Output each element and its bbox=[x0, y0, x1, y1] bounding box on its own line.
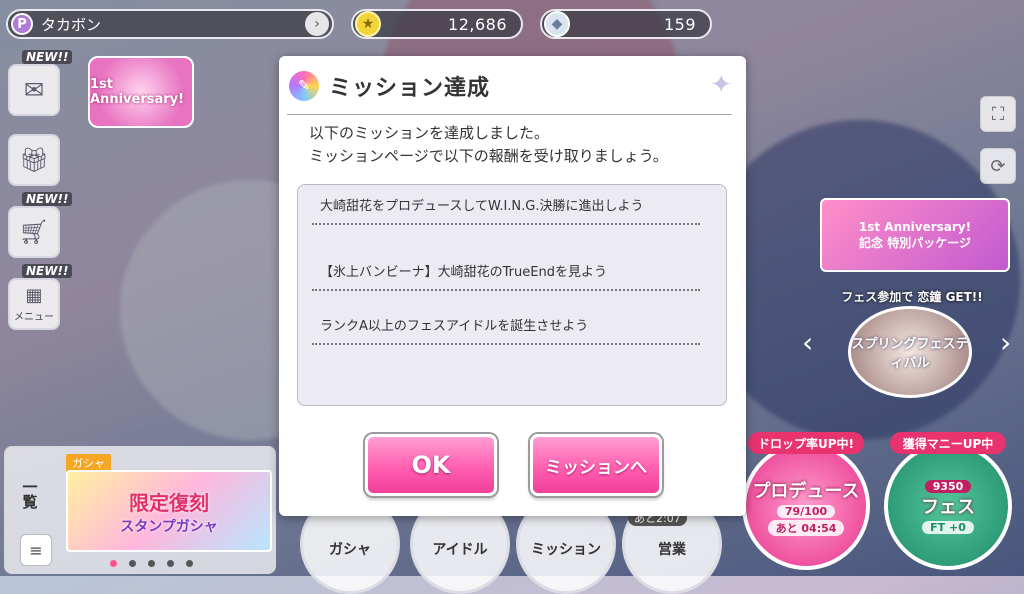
shop-button[interactable]: 🛒︎ bbox=[8, 206, 60, 258]
fes-value: 9350 bbox=[924, 480, 972, 493]
list-item: ランクA以上のフェスアイドルを誕生させよう bbox=[312, 317, 700, 345]
coin-counter: ★ 12,686 bbox=[351, 9, 523, 39]
grid-icon: ▦ bbox=[25, 285, 43, 306]
chevron-right-icon[interactable]: › bbox=[1000, 326, 1011, 359]
gem-value: 159 bbox=[663, 14, 696, 34]
fes-circle: 9350 フェス FT +0 bbox=[884, 442, 1012, 570]
new-tag: NEW!! bbox=[22, 192, 73, 206]
new-tag: NEW!! bbox=[22, 264, 73, 278]
money-up-badge: 獲得マニーUP中 bbox=[890, 432, 1006, 454]
gacha-banner[interactable]: 限定復刻 スタンプガシャ bbox=[66, 470, 272, 552]
jewel-icon: ◆ bbox=[544, 11, 570, 37]
nav-idol-label: アイドル bbox=[432, 542, 488, 558]
list-item: 【氷上バンビーナ】大崎甜花のTrueEndを見よう bbox=[312, 263, 700, 291]
nav-mission-label: ミッション bbox=[531, 542, 601, 558]
anniversary-text: 1st Anniversary! bbox=[90, 77, 185, 107]
divider bbox=[287, 114, 732, 115]
gem-counter: ◆ 159 bbox=[540, 9, 712, 39]
ok-button-label: OK bbox=[411, 451, 451, 479]
cart-icon: 🛒︎ bbox=[18, 218, 50, 246]
refresh-icon[interactable]: ⟳ bbox=[980, 148, 1016, 184]
dialog-message: 以下のミッションを達成しました。 ミッションページで以下の報酬を受け取りましょう… bbox=[309, 122, 668, 168]
carousel-dot[interactable] bbox=[129, 560, 136, 567]
mission-icon: ✎ bbox=[289, 71, 319, 101]
anniversary-badge[interactable]: 1st Anniversary! bbox=[88, 56, 194, 128]
fes-label: フェス bbox=[921, 497, 975, 518]
mission-list[interactable]: 大崎甜花をプロデュースしてW.I.N.G.決勝に進出しよう 【氷上バンビーナ】大… bbox=[297, 184, 727, 406]
producer-badge-icon: P bbox=[11, 13, 33, 35]
dialog-message-line2: ミッションページで以下の報酬を受け取りましょう。 bbox=[309, 147, 668, 165]
nav-eigyo-label: 営業 bbox=[658, 542, 686, 558]
gift-icon: 🎁︎ bbox=[18, 146, 50, 174]
present-button[interactable]: 🎁︎ bbox=[8, 134, 60, 186]
produce-label: プロデュース bbox=[752, 480, 860, 502]
special-package-banner[interactable]: 1st Anniversary! 記念 特別パッケージ bbox=[820, 198, 1010, 272]
carousel-dot[interactable] bbox=[148, 560, 155, 567]
fes-event-banner[interactable]: フェス参加で 恋鐘 GET!! スプリングフェスティバル bbox=[822, 288, 1002, 400]
produce-circle: プロデュース 79/100 あと 04:54 bbox=[742, 442, 870, 570]
sparkle-icon: ✦ bbox=[710, 70, 732, 100]
produce-stamina: 79/100 bbox=[776, 504, 836, 518]
package-banner-line1: 1st Anniversary! bbox=[858, 219, 972, 234]
produce-timer: あと 04:54 bbox=[767, 519, 845, 536]
star-coin-icon: ★ bbox=[355, 11, 381, 37]
mail-button[interactable]: ✉ bbox=[8, 64, 60, 116]
list-item: 大崎甜花をプロデュースしてW.I.N.G.決勝に進出しよう bbox=[312, 197, 700, 225]
new-tag: NEW!! bbox=[22, 50, 73, 64]
fes-banner-title: フェス参加で 恋鐘 GET!! bbox=[841, 290, 983, 304]
fullscreen-icon[interactable]: ⛶ bbox=[980, 96, 1016, 132]
fes-ft: FT +0 bbox=[922, 521, 974, 534]
dialog-title: ミッション達成 bbox=[329, 76, 491, 101]
carousel-dot[interactable] bbox=[110, 560, 117, 567]
fes-banner-name: スプリングフェスティバル bbox=[851, 337, 969, 371]
gacha-banner-sub: スタンプガシャ bbox=[120, 518, 218, 535]
package-banner-line2: 記念 特別パッケージ bbox=[859, 235, 971, 250]
nav-fes-button[interactable]: 9350 フェス FT +0 獲得マニーUP中 bbox=[884, 432, 1012, 572]
carousel-dots bbox=[110, 560, 193, 567]
fes-banner-image: スプリングフェスティバル bbox=[848, 306, 972, 398]
coin-value: 12,686 bbox=[448, 14, 507, 34]
chevron-right-icon[interactable]: › bbox=[305, 12, 329, 36]
player-bar[interactable]: P タカボン › bbox=[6, 9, 334, 39]
ichiran-label: 一覧 bbox=[20, 479, 39, 509]
ok-button[interactable]: OK bbox=[365, 434, 497, 496]
gacha-banner-main: 限定復刻 bbox=[129, 490, 209, 515]
mission-complete-dialog: ✎ ミッション達成 ✦ 以下のミッションを達成しました。 ミッションページで以下… bbox=[279, 56, 746, 516]
menu-button[interactable]: ▦ メニュー bbox=[8, 278, 60, 330]
hamburger-icon[interactable]: ≡ bbox=[20, 534, 52, 566]
gacha-panel: 一覧 ≡ ガシャ 限定復刻 スタンプガシャ bbox=[4, 446, 276, 574]
nav-gacha-label: ガシャ bbox=[329, 542, 371, 558]
drop-rate-badge: ドロップ率UP中! bbox=[748, 432, 864, 454]
dialog-message-line1: 以下のミッションを達成しました。 bbox=[309, 124, 550, 142]
player-name: タカボン bbox=[41, 15, 102, 34]
list-toggle[interactable]: 一覧 bbox=[14, 454, 46, 534]
go-to-mission-button[interactable]: ミッションへ bbox=[530, 434, 662, 496]
dialog-header: ✎ ミッション達成 bbox=[289, 70, 490, 102]
go-to-mission-label: ミッションへ bbox=[545, 457, 647, 478]
nav-produce-button[interactable]: プロデュース 79/100 あと 04:54 ドロップ率UP中! bbox=[742, 432, 870, 572]
carousel-dot[interactable] bbox=[167, 560, 174, 567]
carousel-dot[interactable] bbox=[186, 560, 193, 567]
chevron-left-icon[interactable]: ‹ bbox=[802, 326, 813, 359]
envelope-icon: ✉ bbox=[23, 76, 45, 104]
menu-label: メニュー bbox=[14, 312, 54, 323]
